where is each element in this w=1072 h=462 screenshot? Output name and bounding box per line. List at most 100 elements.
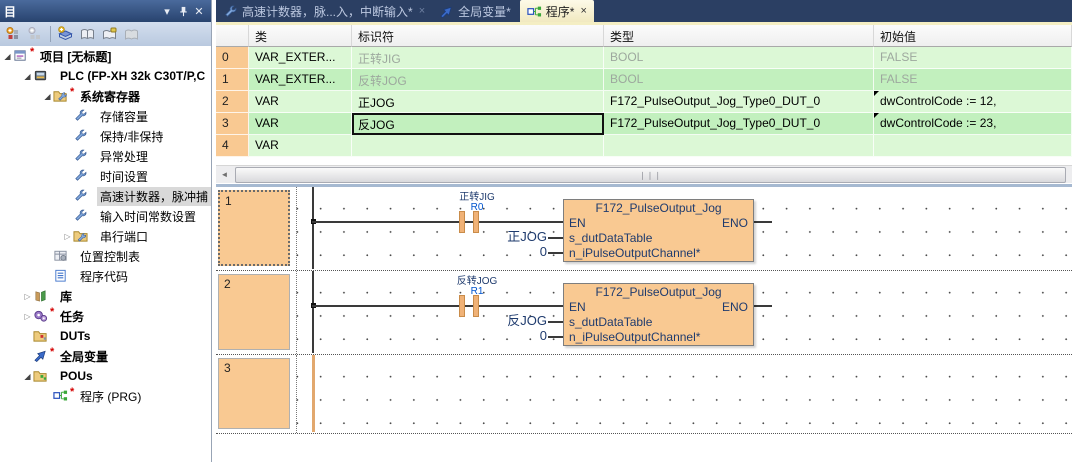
tree-item--[interactable]: ▷库	[0, 286, 211, 306]
class-cell[interactable]: VAR_EXTER...	[249, 69, 352, 91]
tab-close-icon[interactable]: ×	[419, 5, 425, 17]
add-pou-icon[interactable]	[3, 24, 24, 44]
tree-collapsed-arrow-icon[interactable]: ▷	[62, 232, 73, 241]
tree-item--[interactable]: 存储容量	[0, 106, 211, 126]
tab-0[interactable]: 高速计数器，脉...入，中断输入* ×	[216, 0, 432, 22]
tree-item--[interactable]: 程序代码	[0, 266, 211, 286]
fb-pin-channel: n_iPulseOutputChannel*	[569, 330, 700, 345]
tree-item--[interactable]: 时间设置	[0, 166, 211, 186]
tree-item--[interactable]: 异常处理	[0, 146, 211, 166]
initial-value-cell[interactable]: dwControlCode := 23,	[874, 113, 1072, 135]
global-var-icon	[439, 4, 454, 19]
project-icon	[13, 48, 30, 64]
tree-expanded-arrow-icon[interactable]: ◢	[22, 372, 33, 381]
function-block[interactable]: F172_PulseOutput_JogENENOs_dutDataTablen…	[563, 283, 754, 346]
table-row-0: 0VAR_EXTER...正转JIGBOOLFALSE	[216, 47, 1072, 69]
initial-value-cell[interactable]: FALSE	[874, 47, 1072, 69]
tree-item-label: 系统寄存器	[77, 87, 143, 106]
row-index-cell[interactable]: 4	[216, 135, 249, 157]
tree-item--[interactable]: 位置控制表	[0, 246, 211, 266]
row-index-cell[interactable]: 0	[216, 47, 249, 69]
type-cell[interactable]: BOOL	[604, 69, 874, 91]
identifier-cell[interactable]: 反转JOG	[352, 69, 604, 91]
tree-item-label: 库	[57, 287, 75, 306]
operand-wire	[548, 252, 563, 254]
horizontal-scrollbar[interactable]: ◄ ❘❘❘	[216, 165, 1072, 183]
tab-2[interactable]: 程序*×	[520, 0, 594, 22]
tree-item-duts[interactable]: DUTs	[0, 326, 211, 346]
ladder-editor: 1正转JIGR0正JOG0F172_PulseOutput_JogENENOs_…	[216, 187, 1072, 462]
rung-canvas[interactable]	[296, 355, 1072, 433]
scroll-left-arrow-icon[interactable]: ◄	[216, 166, 233, 183]
rung-canvas[interactable]: 正转JIGR0正JOG0F172_PulseOutput_JogENENOs_d…	[296, 187, 1072, 270]
initial-value-cell[interactable]: FALSE	[874, 69, 1072, 91]
initial-value-cell[interactable]	[874, 135, 1072, 157]
tree-collapsed-arrow-icon[interactable]: ▷	[22, 292, 33, 301]
operand-label[interactable]: 正JOG	[447, 230, 547, 244]
class-cell[interactable]: VAR_EXTER...	[249, 47, 352, 69]
table-row-4: 4VAR	[216, 135, 1072, 157]
col-initial-header[interactable]: 初始值	[874, 25, 1072, 47]
tree-expanded-arrow-icon[interactable]: ◢	[42, 92, 53, 101]
rung-number-block[interactable]: 3	[218, 358, 290, 429]
row-index-cell[interactable]: 3	[216, 113, 249, 135]
tree-expanded-arrow-icon[interactable]: ◢	[22, 72, 33, 81]
tree-item-plc-fp-xh-32k-c30t-p-c[interactable]: ◢PLC (FP-XH 32k C30T/P,C	[0, 66, 211, 86]
tree-expanded-arrow-icon[interactable]: ◢	[2, 52, 13, 61]
scrollbar-thumb[interactable]: ❘❘❘	[235, 167, 1066, 183]
row-index-cell[interactable]: 2	[216, 91, 249, 113]
open-library-icon[interactable]	[77, 24, 98, 44]
operand-label[interactable]: 反JOG	[447, 314, 547, 328]
tree-item--[interactable]: ◢*系统寄存器	[0, 86, 211, 106]
tree-item-label: 异常处理	[97, 147, 151, 166]
type-cell[interactable]: BOOL	[604, 47, 874, 69]
col-type-header[interactable]: 类型	[604, 25, 874, 47]
class-cell[interactable]: VAR	[249, 135, 352, 157]
eno-wire-stub	[754, 221, 772, 223]
col-class-header[interactable]: 类	[249, 25, 352, 47]
operand-label[interactable]: 0	[447, 329, 547, 343]
rung-number-block[interactable]: 1	[218, 190, 290, 266]
add-disabled-icon[interactable]	[25, 24, 46, 44]
tree-item--[interactable]: 保持/非保持	[0, 126, 211, 146]
tree-item--[interactable]: 高速计数器，脉冲捕	[0, 186, 211, 206]
table-header-row: 类标识符类型初始值	[216, 25, 1072, 47]
rung-number-block[interactable]: 2	[218, 274, 290, 350]
tree-collapsed-arrow-icon[interactable]: ▷	[22, 312, 33, 321]
identifier-cell[interactable]: 正转JIG	[352, 47, 604, 69]
function-block[interactable]: F172_PulseOutput_JogENENOs_dutDataTablen…	[563, 199, 754, 262]
identifier-cell[interactable]	[352, 135, 604, 157]
library-disabled-icon[interactable]	[121, 24, 142, 44]
tree-item--[interactable]: 输入时间常数设置	[0, 206, 211, 226]
rung-canvas[interactable]: 反转JOGR1反JOG0F172_PulseOutput_JogENENOs_d…	[296, 271, 1072, 354]
col-index-header[interactable]	[216, 25, 249, 47]
tab-1[interactable]: 全局变量*	[432, 0, 518, 22]
type-cell[interactable]	[604, 135, 874, 157]
identifier-cell[interactable]: 反JOG	[352, 113, 604, 135]
close-icon[interactable]: ✕	[191, 3, 207, 19]
class-cell[interactable]: VAR	[249, 91, 352, 113]
type-cell[interactable]: F172_PulseOutput_Jog_Type0_DUT_0	[604, 91, 874, 113]
type-cell[interactable]: F172_PulseOutput_Jog_Type0_DUT_0	[604, 113, 874, 135]
row-index-cell[interactable]: 1	[216, 69, 249, 91]
tree-item--[interactable]: ▷串行端口	[0, 226, 211, 246]
chevron-down-icon[interactable]: ▾	[159, 3, 175, 19]
library-lock-icon[interactable]	[99, 24, 120, 44]
tree-item-pous[interactable]: ◢POUs	[0, 366, 211, 386]
operand-label[interactable]: 0	[447, 245, 547, 259]
library-books-icon	[33, 288, 50, 304]
panel-title: 目	[4, 3, 159, 20]
col-identifier-header[interactable]: 标识符	[352, 25, 604, 47]
identifier-cell[interactable]: 正JOG	[352, 91, 604, 113]
tree-item--[interactable]: *全局变量	[0, 346, 211, 366]
tab-label: 高速计数器，脉...入，中断输入*	[242, 3, 413, 20]
pin-icon[interactable]	[175, 3, 191, 19]
tab-close-icon[interactable]: ×	[580, 5, 586, 17]
tree-item--[interactable]: ▷*任务	[0, 306, 211, 326]
tree-item--[interactable]: ◢*项目 [无标题]	[0, 46, 211, 66]
new-library-icon[interactable]	[55, 24, 76, 44]
initial-value-cell[interactable]: dwControlCode := 12,	[874, 91, 1072, 113]
tree-item--prg-[interactable]: *程序 (PRG)	[0, 386, 211, 406]
project-panel: 目 ▾ ✕ ◢*项目 [无标题]◢PLC (FP-XH 32k C30T/P,C…	[0, 0, 212, 462]
class-cell[interactable]: VAR	[249, 113, 352, 135]
